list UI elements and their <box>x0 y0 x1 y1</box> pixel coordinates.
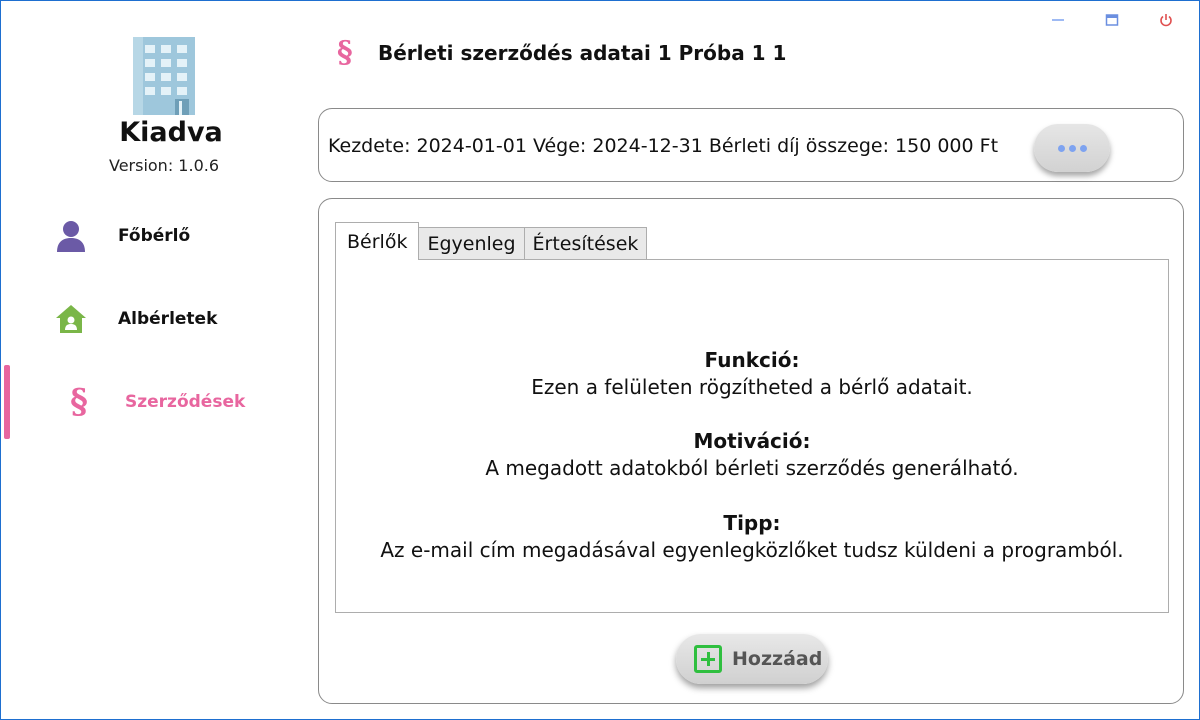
ellipsis-icon <box>1057 144 1065 152</box>
home-icon <box>53 301 89 337</box>
contract-summary: Kezdete: 2024-01-01 Vége: 2024-12-31 Bér… <box>318 108 1184 182</box>
more-button[interactable] <box>1034 124 1110 172</box>
sidebar-item-fobérlo[interactable]: Főbérlő <box>1 199 301 273</box>
section-text: A megadott adatokból bérleti szerződés g… <box>485 456 1019 480</box>
tab-content: Funkció: Ezen a felületen rögzítheted a … <box>335 259 1169 613</box>
maximize-icon[interactable] <box>1103 11 1121 29</box>
add-button[interactable]: Hozzáad <box>676 634 828 684</box>
tab-ertesitesek[interactable]: Értesítések <box>523 227 648 260</box>
window-controls <box>1049 11 1175 29</box>
section-text: Ezen a felületen rögzítheted a bérlő ada… <box>531 375 973 399</box>
app-name: Kiadva <box>119 117 223 148</box>
building-icon <box>131 35 197 115</box>
sidebar-item-alberletek[interactable]: Albérletek <box>1 282 301 356</box>
paragraph-icon: § <box>337 35 353 70</box>
app-window: Kiadva Version: 1.0.6 Főbérlő Albérletek <box>0 0 1200 720</box>
sidebar-item-label: Albérletek <box>118 309 218 329</box>
tab-egyenleg[interactable]: Egyenleg <box>418 227 525 260</box>
sidebar-item-label: Szerződések <box>125 392 246 412</box>
info-section-motivacio: Motiváció: A megadott adatokból bérleti … <box>336 428 1168 482</box>
main-panel: Bérlők Egyenleg Értesítések Funkció: Eze… <box>318 198 1184 704</box>
sidebar: Kiadva Version: 1.0.6 Főbérlő Albérletek <box>1 1 311 720</box>
tab-bar: Bérlők Egyenleg Értesítések <box>335 222 648 260</box>
section-text: Az e-mail cím megadásával egyenlegközlők… <box>380 538 1124 562</box>
page-title: Bérleti szerződés adatai 1 Próba 1 1 <box>378 41 787 65</box>
info-section-funkcio: Funkció: Ezen a felületen rögzítheted a … <box>336 347 1168 401</box>
info-section-tipp: Tipp: Az e-mail cím megadásával egyenleg… <box>336 510 1168 564</box>
paragraph-icon: § <box>70 382 88 422</box>
minimize-icon[interactable] <box>1049 11 1067 29</box>
sidebar-item-label: Főbérlő <box>118 226 191 246</box>
add-button-label: Hozzáad <box>732 648 823 670</box>
contract-summary-text: Kezdete: 2024-01-01 Vége: 2024-12-31 Bér… <box>328 135 999 157</box>
section-heading: Motiváció: <box>693 429 811 453</box>
section-heading: Funkció: <box>704 348 800 372</box>
sidebar-item-szerzodesek[interactable]: § Szerződések <box>1 365 301 439</box>
app-version: Version: 1.0.6 <box>108 156 220 175</box>
section-heading: Tipp: <box>723 511 781 535</box>
tab-berlok[interactable]: Bérlők <box>335 222 420 260</box>
user-icon <box>53 218 89 254</box>
power-icon[interactable] <box>1157 11 1175 29</box>
plus-icon <box>694 645 722 673</box>
